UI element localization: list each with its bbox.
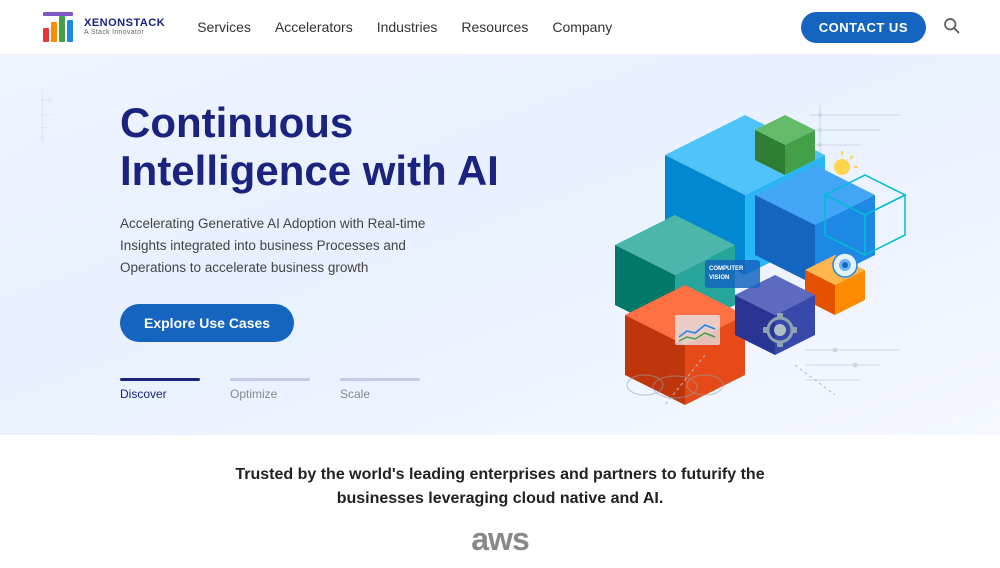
navbar: XENONSTACK A Stack Innovator Services Ac… <box>0 0 1000 55</box>
nav-links: Services Accelerators Industries Resourc… <box>197 19 612 35</box>
hero-section: Continuous Intelligence with AI Accelera… <box>0 55 1000 435</box>
nav-left: XENONSTACK A Stack Innovator Services Ac… <box>40 8 612 46</box>
hero-illustration: COMPUTER VISION <box>570 95 920 405</box>
deco-left <box>20 85 80 145</box>
contact-us-button[interactable]: CONTACT US <box>801 12 926 43</box>
trusted-section: Trusted by the world's leading enterpris… <box>0 435 1000 568</box>
hero-title: Continuous Intelligence with AI <box>120 99 570 196</box>
hero-tabs: Discover Optimize Scale <box>120 378 570 401</box>
search-button[interactable] <box>942 16 960 39</box>
tab-optimize[interactable]: Optimize <box>230 378 310 401</box>
logo-tagline: A Stack Innovator <box>84 29 165 37</box>
logo-icon <box>40 8 78 46</box>
tab-scale[interactable]: Scale <box>340 378 420 401</box>
logo-brand: XENONSTACK <box>84 17 165 29</box>
hero-content: Continuous Intelligence with AI Accelera… <box>120 99 570 401</box>
deco-bottom-right <box>800 335 910 395</box>
tab-discover-label: Discover <box>120 387 200 401</box>
aws-logo: aws <box>40 521 960 558</box>
nav-link-accelerators[interactable]: Accelerators <box>275 19 353 35</box>
nav-link-resources[interactable]: Resources <box>461 19 528 35</box>
explore-use-cases-button[interactable]: Explore Use Cases <box>120 304 294 342</box>
nav-link-company[interactable]: Company <box>552 19 612 35</box>
logo[interactable]: XENONSTACK A Stack Innovator <box>40 8 165 46</box>
tab-optimize-label: Optimize <box>230 387 310 401</box>
tab-scale-bar <box>340 378 420 381</box>
search-icon <box>942 16 960 34</box>
nav-link-industries[interactable]: Industries <box>377 19 438 35</box>
tab-scale-label: Scale <box>340 387 420 401</box>
tab-discover-bar <box>120 378 200 381</box>
svg-text:VISION: VISION <box>709 275 729 281</box>
tab-discover[interactable]: Discover <box>120 378 200 401</box>
logo-text: XENONSTACK A Stack Innovator <box>84 17 165 37</box>
trusted-title: Trusted by the world's leading enterpris… <box>210 463 790 511</box>
nav-link-services[interactable]: Services <box>197 19 251 35</box>
nav-right: CONTACT US <box>801 12 960 43</box>
tab-optimize-bar <box>230 378 310 381</box>
deco-top-right <box>800 95 920 165</box>
hero-subtitle: Accelerating Generative AI Adoption with… <box>120 213 430 278</box>
svg-text:COMPUTER: COMPUTER <box>709 266 744 272</box>
